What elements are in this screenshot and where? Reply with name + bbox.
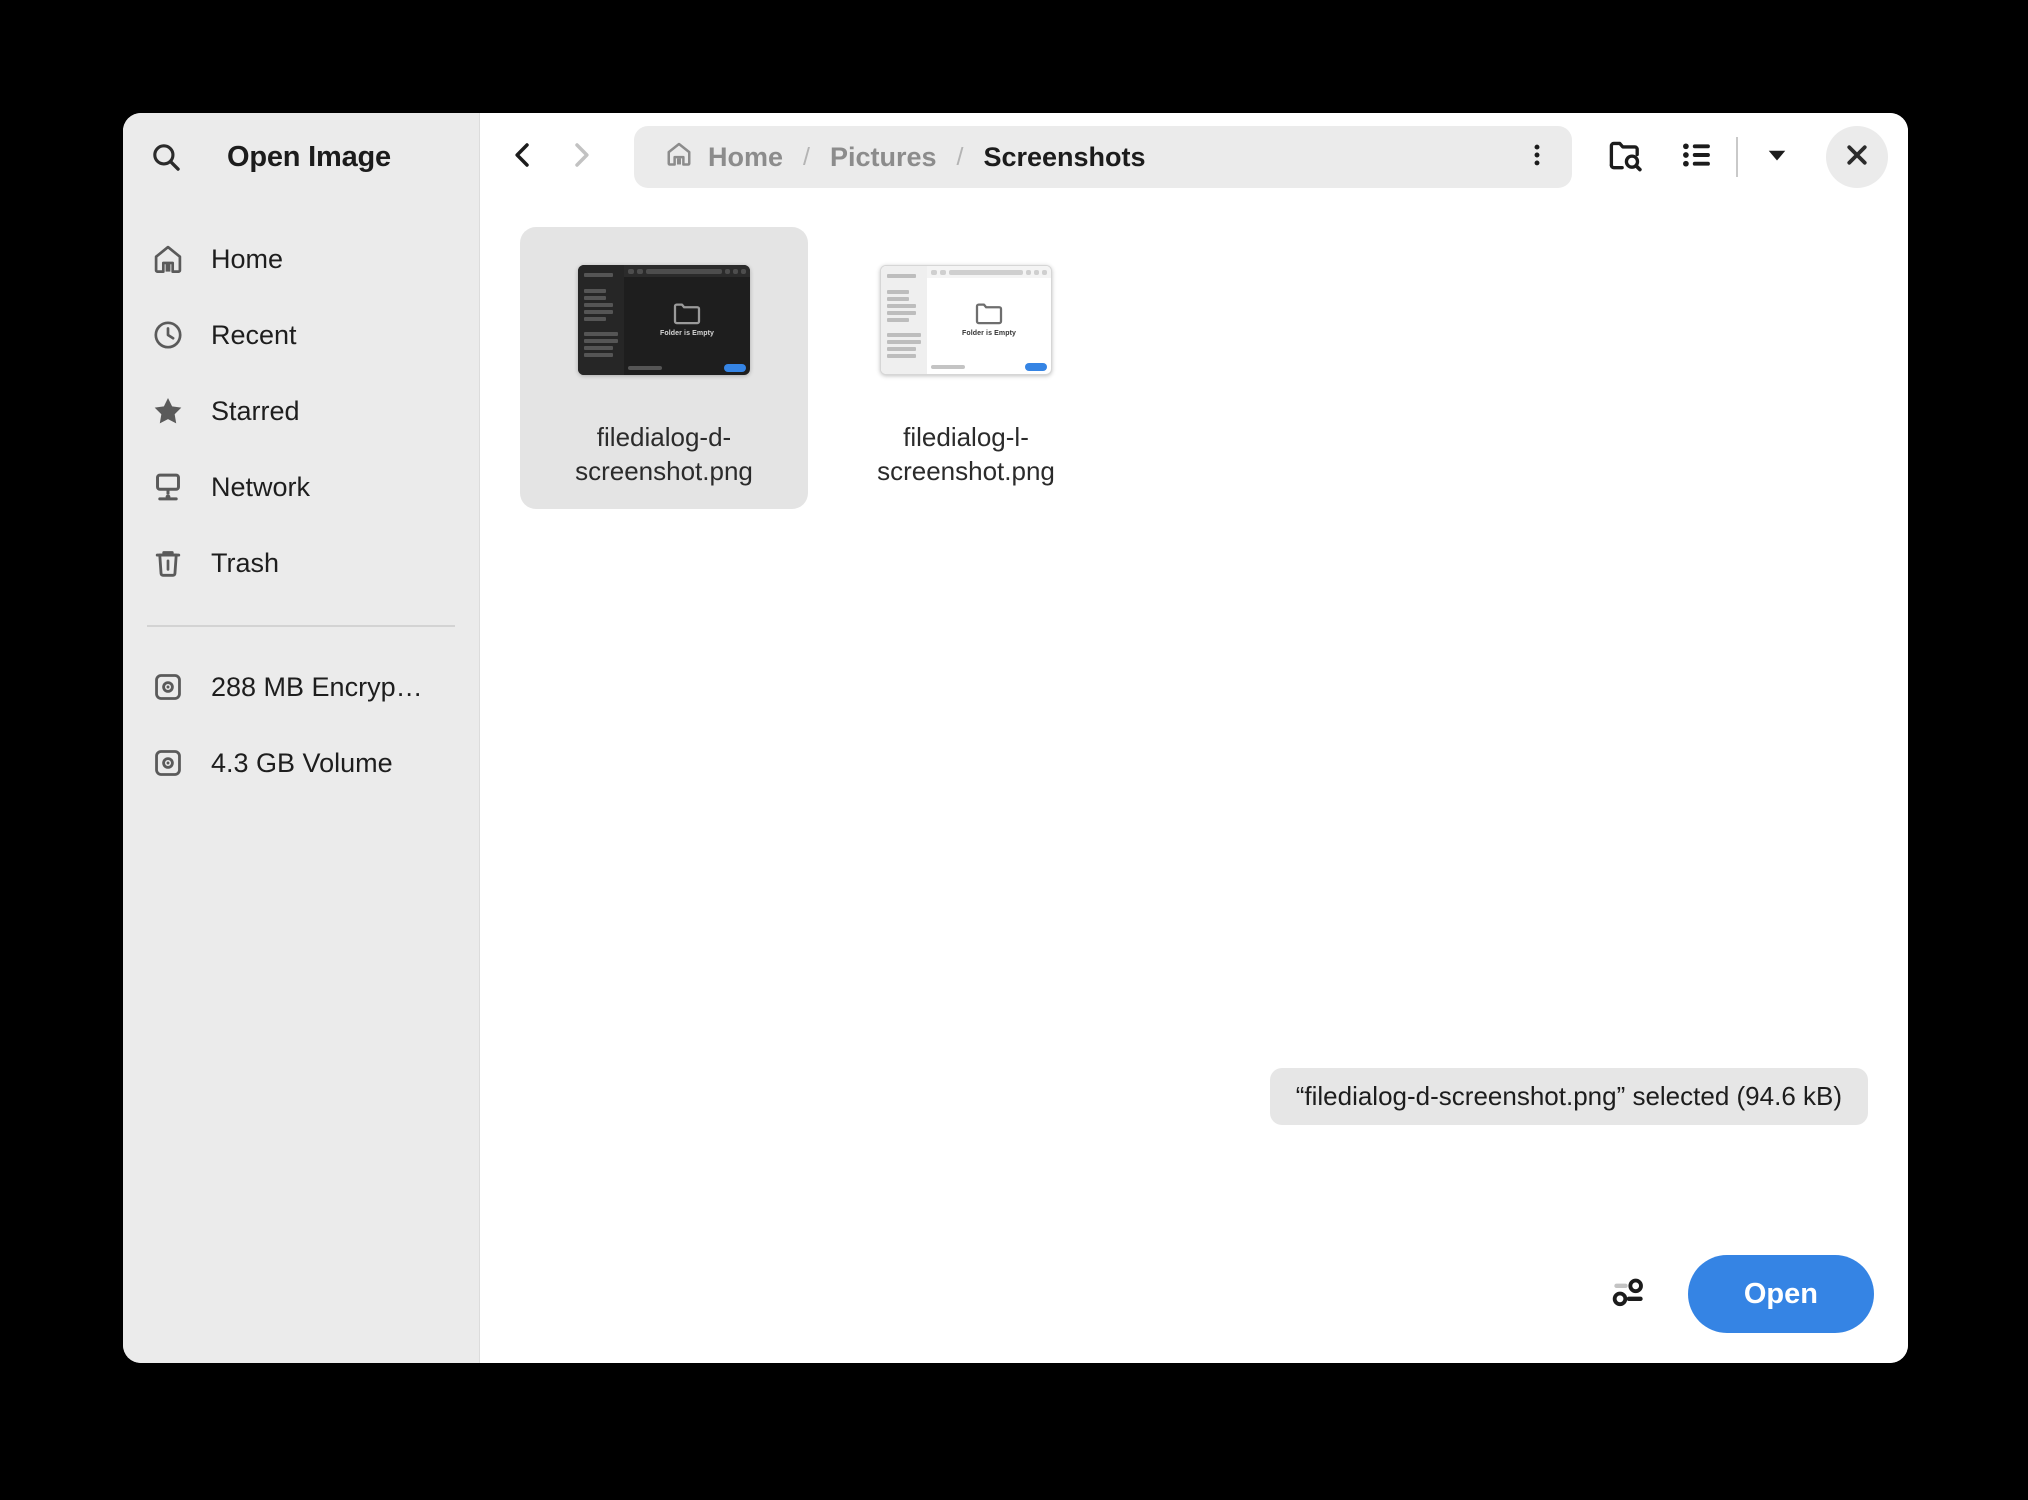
file-name-label: filedialog-l-screenshot.png bbox=[846, 421, 1086, 489]
drive-icon bbox=[151, 670, 185, 704]
file-item-filedialog-d[interactable]: Folder is Empty filedialog-d-screenshot.… bbox=[520, 227, 808, 509]
preview-empty-state: Folder is Empty bbox=[927, 278, 1051, 360]
preview-caption: Folder is Empty bbox=[962, 330, 1016, 337]
preview-empty-state: Folder is Empty bbox=[624, 277, 750, 361]
sidebar-item-label: Home bbox=[211, 244, 283, 275]
breadcrumb-separator: / bbox=[943, 143, 978, 172]
file-grid: Folder is Empty filedialog-d-screenshot.… bbox=[480, 201, 1908, 1243]
file-chooser-dialog: Open Image Home Re bbox=[123, 113, 1908, 1363]
places-list: Home Recent Starred bbox=[123, 221, 479, 801]
forward-button[interactable] bbox=[552, 128, 610, 186]
sidebar: Open Image Home Re bbox=[123, 113, 480, 1363]
sidebar-item-starred[interactable]: Starred bbox=[123, 373, 479, 449]
dialog-title: Open Image bbox=[227, 141, 391, 174]
view-dropdown-button[interactable] bbox=[1746, 126, 1808, 188]
sidebar-item-recent[interactable]: Recent bbox=[123, 297, 479, 373]
sidebar-item-label: 4.3 GB Volume bbox=[211, 748, 393, 779]
search-folder-button[interactable] bbox=[1594, 126, 1656, 188]
view-switcher bbox=[1666, 126, 1808, 188]
list-view-button[interactable] bbox=[1666, 126, 1728, 188]
thumbnail: Folder is Empty bbox=[876, 245, 1056, 395]
breadcrumb-item-pictures[interactable]: Pictures bbox=[824, 138, 943, 177]
search-icon[interactable] bbox=[149, 140, 183, 174]
more-vertical-icon bbox=[1523, 141, 1551, 174]
content-area: Home / Pictures / Screenshots bbox=[480, 113, 1908, 1363]
sidebar-item-trash[interactable]: Trash bbox=[123, 525, 479, 601]
thumbnail: Folder is Empty bbox=[574, 245, 754, 395]
home-icon bbox=[664, 139, 694, 176]
preview-headerbar bbox=[624, 265, 750, 277]
chevron-left-icon bbox=[507, 139, 539, 176]
sidebar-header: Open Image bbox=[123, 113, 479, 201]
sidebar-divider bbox=[147, 625, 455, 627]
folder-icon bbox=[974, 301, 1004, 325]
clock-icon bbox=[151, 318, 185, 352]
breadcrumb-item-home[interactable]: Home bbox=[658, 135, 789, 180]
preview-open-button bbox=[724, 364, 746, 372]
breadcrumb: Home / Pictures / Screenshots bbox=[634, 126, 1572, 188]
breadcrumb-list: Home / Pictures / Screenshots bbox=[658, 135, 1512, 180]
chevron-right-icon bbox=[565, 139, 597, 176]
sidebar-item-label: 288 MB Encryp… bbox=[211, 672, 423, 703]
more-options-button[interactable] bbox=[1512, 131, 1562, 183]
screenshot-preview-light: Folder is Empty bbox=[880, 265, 1052, 375]
file-name-label: filedialog-d-screenshot.png bbox=[544, 421, 784, 489]
file-item-filedialog-l[interactable]: Folder is Empty filedialog-l-screenshot.… bbox=[822, 227, 1110, 509]
sidebar-item-network[interactable]: Network bbox=[123, 449, 479, 525]
back-button[interactable] bbox=[494, 128, 552, 186]
preview-content: Folder is Empty bbox=[927, 266, 1051, 374]
sidebar-item-home[interactable]: Home bbox=[123, 221, 479, 297]
sidebar-item-label: Trash bbox=[211, 548, 279, 579]
close-icon bbox=[1842, 140, 1872, 175]
filter-settings-icon bbox=[1609, 1272, 1649, 1317]
action-bar: Open bbox=[480, 1243, 1908, 1363]
preview-actionbar bbox=[927, 360, 1051, 374]
close-button[interactable] bbox=[1826, 126, 1888, 188]
preview-headerbar bbox=[927, 266, 1051, 278]
open-button[interactable]: Open bbox=[1688, 1255, 1874, 1333]
preview-sidebar bbox=[881, 266, 927, 374]
breadcrumb-item-screenshots[interactable]: Screenshots bbox=[977, 138, 1151, 177]
breadcrumb-label: Home bbox=[708, 142, 783, 173]
screenshot-preview-dark: Folder is Empty bbox=[578, 265, 750, 375]
preview-content: Folder is Empty bbox=[624, 265, 750, 375]
status-badge: “filedialog-d-screenshot.png” selected (… bbox=[1270, 1068, 1868, 1125]
headerbar: Home / Pictures / Screenshots bbox=[480, 113, 1908, 201]
preview-caption: Folder is Empty bbox=[660, 330, 714, 337]
preview-actionbar bbox=[624, 361, 750, 375]
filter-settings-button[interactable] bbox=[1600, 1265, 1658, 1323]
star-icon bbox=[151, 394, 185, 428]
home-icon bbox=[151, 242, 185, 276]
folder-icon bbox=[672, 301, 702, 325]
sidebar-item-volume-encrypted[interactable]: 288 MB Encryp… bbox=[123, 649, 479, 725]
sidebar-item-label: Starred bbox=[211, 396, 300, 427]
sidebar-item-volume[interactable]: 4.3 GB Volume bbox=[123, 725, 479, 801]
network-icon bbox=[151, 470, 185, 504]
sidebar-item-label: Network bbox=[211, 472, 310, 503]
sidebar-item-label: Recent bbox=[211, 320, 297, 351]
folder-search-icon bbox=[1606, 136, 1644, 179]
trash-icon bbox=[151, 546, 185, 580]
drive-icon bbox=[151, 746, 185, 780]
breadcrumb-separator: / bbox=[789, 143, 824, 172]
preview-sidebar bbox=[578, 265, 624, 375]
preview-open-button bbox=[1025, 363, 1047, 371]
chevron-down-icon bbox=[1762, 140, 1792, 175]
list-view-icon bbox=[1679, 137, 1715, 178]
toolbar-divider bbox=[1736, 137, 1738, 177]
